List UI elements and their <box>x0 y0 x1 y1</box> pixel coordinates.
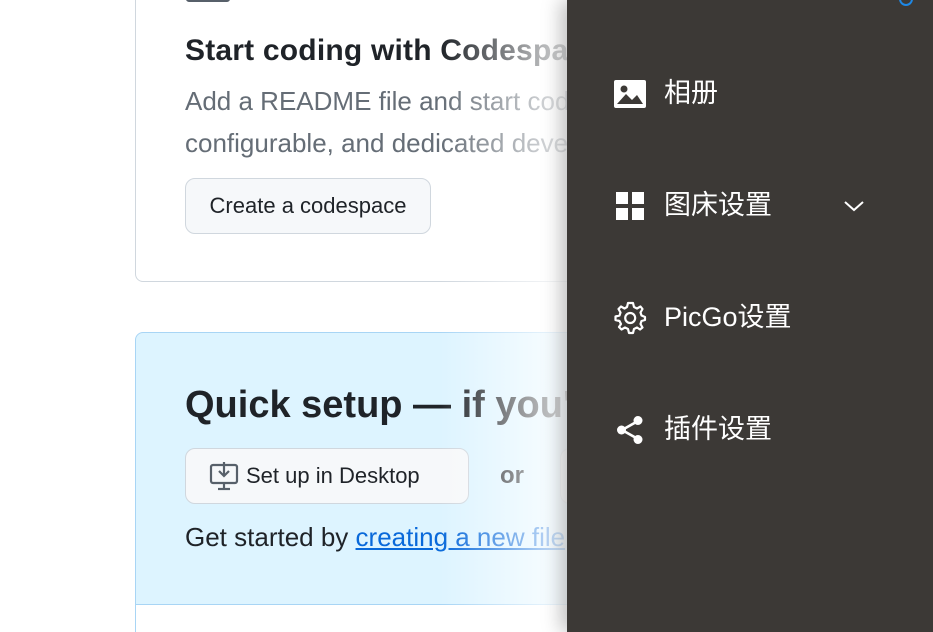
gear-icon <box>613 301 647 335</box>
grid-icon <box>613 189 647 223</box>
setup-desktop-label: Set up in Desktop <box>246 463 420 488</box>
create-codespace-button[interactable]: Create a codespace <box>185 178 431 234</box>
or-label: or <box>500 462 524 489</box>
side-drawer: 相册 图床设置 PicGo设置 插件设置 <box>567 0 933 632</box>
codespaces-icon <box>186 0 230 2</box>
desktop-download-icon <box>209 462 239 491</box>
setup-desktop-button[interactable]: Set up in Desktop <box>185 448 469 504</box>
corner-indicator <box>899 0 913 6</box>
screen: Start coding with Codespaces Add a READM… <box>0 0 933 632</box>
image-icon <box>613 77 647 111</box>
menu-item-picgo-settings[interactable]: PicGo设置 <box>567 277 933 357</box>
menu-item-label: 相册 <box>664 78 718 108</box>
share-icon <box>613 413 647 447</box>
get-started-prefix: Get started by <box>185 522 356 552</box>
menu-item-image-host-settings[interactable]: 图床设置 <box>567 165 933 245</box>
menu-item-label: 插件设置 <box>664 414 772 444</box>
menu-item-label: 图床设置 <box>664 190 772 220</box>
codespaces-title: Start coding with Codespaces <box>185 34 620 67</box>
creating-new-file-link[interactable]: creating a new file <box>356 522 566 552</box>
menu-item-album[interactable]: 相册 <box>567 53 933 133</box>
get-started-text: Get started by creating a new file <box>185 522 565 553</box>
menu-item-label: PicGo设置 <box>664 302 792 332</box>
chevron-down-icon[interactable] <box>841 193 867 219</box>
menu-item-plugin-settings[interactable]: 插件设置 <box>567 389 933 469</box>
